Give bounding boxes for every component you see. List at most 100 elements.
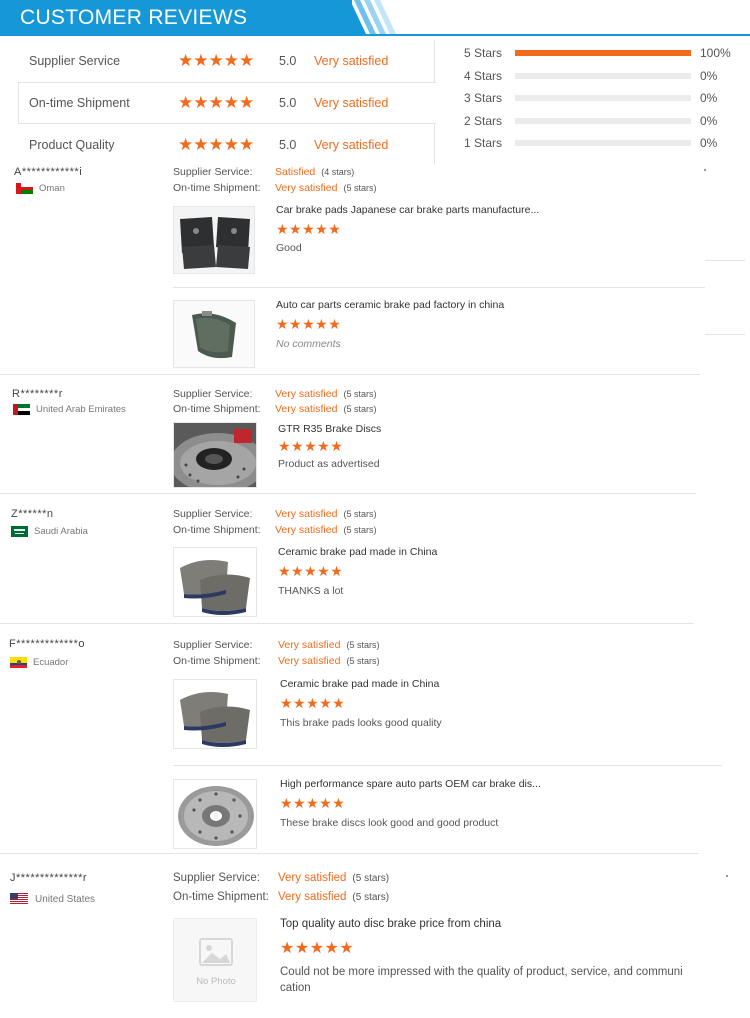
supplier-service-rating: Supplier Service: Very satisfied (5 stars) bbox=[173, 872, 389, 884]
distribution-percent: 0% bbox=[700, 91, 718, 106]
distribution-row: 1 Stars 0% bbox=[462, 134, 742, 157]
rating-label: On-time Shipment: bbox=[173, 891, 269, 903]
product-star-rating-icon: ★★★★★ bbox=[276, 316, 342, 332]
country-name: Ecuador bbox=[33, 657, 69, 668]
review-comment: This brake pads looks good quality bbox=[280, 717, 442, 729]
rating-summary: Supplier Service ★★★★★ 5.0 Very satisfie… bbox=[18, 40, 436, 164]
distribution-percent: 100% bbox=[700, 46, 731, 60]
reviewer-country: United States bbox=[10, 893, 95, 905]
brake-pads-image bbox=[174, 207, 254, 273]
rating-count: (5 stars) bbox=[346, 640, 380, 650]
product-divider bbox=[173, 765, 722, 766]
summary-label: Product Quality bbox=[29, 138, 115, 152]
review-divider bbox=[0, 493, 696, 494]
rating-value: Very satisfied bbox=[278, 655, 341, 667]
product-title-link[interactable]: Ceramic brake pad made in China bbox=[278, 546, 437, 558]
rating-count: (5 stars) bbox=[343, 389, 377, 399]
product-title-link[interactable]: Top quality auto disc brake price from c… bbox=[280, 918, 501, 930]
ceramic-pads-image bbox=[174, 548, 256, 616]
divider-dot bbox=[704, 169, 706, 171]
supplier-service-rating: Supplier Service: Satisfied (4 stars) bbox=[173, 166, 354, 178]
product-thumbnail[interactable] bbox=[173, 547, 257, 617]
product-star-rating-icon: ★★★★★ bbox=[280, 695, 346, 711]
rating-label: Supplier Service: bbox=[173, 872, 260, 884]
product-star-rating-icon: ★★★★★ bbox=[278, 563, 344, 579]
side-divider bbox=[705, 334, 745, 335]
country-name: Oman bbox=[39, 183, 65, 194]
rating-value: Very satisfied bbox=[275, 403, 338, 415]
banner-stripes-decoration bbox=[336, 0, 396, 34]
rating-value: Very satisfied bbox=[278, 872, 347, 884]
summary-score: 5.0 bbox=[279, 138, 297, 152]
summary-row-on-time-shipment: On-time Shipment ★★★★★ 5.0 Very satisfie… bbox=[18, 82, 436, 124]
product-star-rating-icon: ★★★★★ bbox=[280, 940, 355, 957]
summary-row-supplier-service: Supplier Service ★★★★★ 5.0 Very satisfie… bbox=[18, 40, 436, 82]
distribution-row: 5 Stars 100% bbox=[462, 44, 742, 67]
summary-score: 5.0 bbox=[279, 54, 297, 68]
distribution-percent: 0% bbox=[700, 68, 718, 83]
ecuador-flag-icon bbox=[10, 657, 27, 668]
rating-label: Supplier Service: bbox=[173, 639, 253, 651]
distribution-bar bbox=[515, 72, 691, 79]
shipment-rating: On-time Shipment: Very satisfied (5 stars) bbox=[173, 655, 379, 667]
review-comment: No comments bbox=[276, 338, 341, 350]
distribution-row: 4 Stars 0% bbox=[462, 67, 742, 90]
review-comment: These brake discs look good and good pro… bbox=[280, 817, 499, 829]
star-distribution: 5 Stars 100% 4 Stars 0% 3 Stars 0% 2 Sta… bbox=[462, 44, 742, 157]
review-comment: Could not be more impressed with the qua… bbox=[280, 964, 683, 996]
distribution-label: 3 Stars bbox=[464, 91, 503, 106]
product-title-link[interactable]: Auto car parts ceramic brake pad factory… bbox=[276, 299, 504, 311]
drilled-disc-image bbox=[174, 780, 256, 848]
distribution-row: 2 Stars 0% bbox=[462, 112, 742, 135]
distribution-row: 3 Stars 0% bbox=[462, 89, 742, 112]
review-divider bbox=[0, 853, 699, 854]
no-photo-placeholder: No Photo bbox=[173, 918, 257, 1002]
rating-value: Very satisfied bbox=[278, 639, 341, 651]
uae-flag-icon bbox=[13, 404, 30, 415]
product-thumbnail[interactable] bbox=[173, 679, 257, 749]
distribution-label: 1 Stars bbox=[464, 136, 503, 151]
distribution-label: 4 Stars bbox=[464, 68, 503, 83]
review-divider bbox=[0, 374, 700, 375]
brake-disc-image bbox=[174, 423, 256, 487]
product-thumbnail[interactable] bbox=[173, 422, 257, 488]
review-comment-line: Could not be more impressed with the qua… bbox=[280, 966, 683, 978]
rating-count: (5 stars) bbox=[343, 525, 377, 535]
summary-verdict: Very satisfied bbox=[314, 54, 389, 68]
star-rating-icon: ★★★★★ bbox=[178, 93, 255, 112]
page-title: CUSTOMER REVIEWS bbox=[20, 6, 248, 29]
supplier-service-rating: Supplier Service: Very satisfied (5 stars) bbox=[173, 508, 376, 520]
summary-label: Supplier Service bbox=[29, 54, 121, 68]
product-thumbnail[interactable] bbox=[173, 779, 257, 849]
rating-count: (5 stars) bbox=[352, 892, 390, 903]
reviewer-country: Oman bbox=[16, 183, 65, 194]
shipment-rating: On-time Shipment: Very satisfied (5 stars) bbox=[173, 524, 376, 536]
product-title-link[interactable]: GTR R35 Brake Discs bbox=[278, 423, 381, 435]
ceramic-pads-image bbox=[174, 680, 256, 748]
divider-dot bbox=[726, 875, 728, 877]
shipment-rating: On-time Shipment: Very satisfied (5 stars) bbox=[173, 182, 376, 194]
summary-verdict: Very satisfied bbox=[314, 138, 389, 152]
review-comment: Product as advertised bbox=[278, 458, 380, 470]
rating-value: Satisfied bbox=[275, 166, 316, 178]
saudi-flag-icon bbox=[11, 526, 28, 537]
no-photo-label: No Photo bbox=[196, 976, 236, 987]
product-title-link[interactable]: Car brake pads Japanese car brake parts … bbox=[276, 204, 539, 216]
product-title-link[interactable]: High performance spare auto parts OEM ca… bbox=[280, 778, 541, 790]
country-name: Saudi Arabia bbox=[34, 526, 88, 537]
reviewer-country: Saudi Arabia bbox=[11, 526, 88, 537]
product-title-link[interactable]: Ceramic brake pad made in China bbox=[280, 678, 439, 690]
rating-count: (5 stars) bbox=[343, 183, 377, 193]
product-thumbnail[interactable] bbox=[173, 300, 255, 368]
summary-row-product-quality: Product Quality ★★★★★ 5.0 Very satisfied bbox=[18, 124, 436, 166]
banner-underline bbox=[0, 34, 750, 36]
distribution-percent: 0% bbox=[700, 113, 718, 128]
image-placeholder-icon bbox=[199, 938, 233, 966]
supplier-service-rating: Supplier Service: Very satisfied (5 stars) bbox=[173, 639, 379, 651]
product-divider bbox=[173, 287, 705, 288]
rating-value: Very satisfied bbox=[275, 388, 338, 400]
product-thumbnail[interactable] bbox=[173, 206, 255, 274]
rating-value: Very satisfied bbox=[278, 891, 347, 903]
country-name: United States bbox=[35, 893, 96, 905]
brake-pad-single-image bbox=[174, 301, 254, 367]
